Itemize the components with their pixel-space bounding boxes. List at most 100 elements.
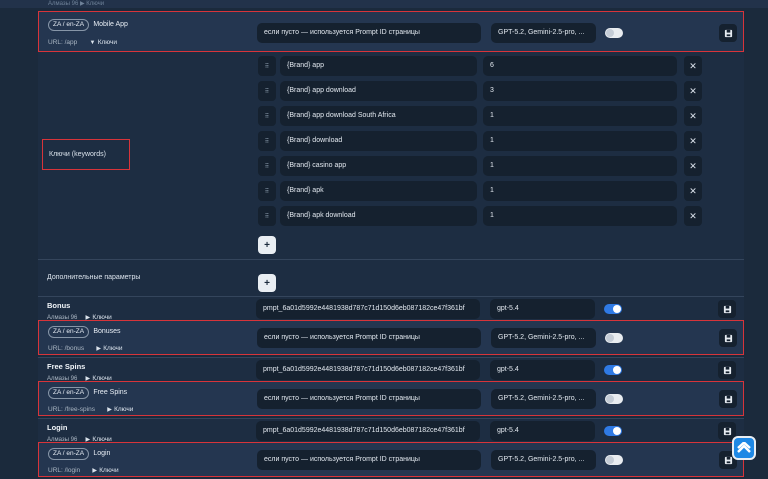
remove-keyword-button[interactable]: ✕ (684, 181, 702, 201)
close-icon: ✕ (689, 210, 697, 221)
keyword-input[interactable]: {Brand} app download (280, 81, 477, 101)
remove-keyword-button[interactable]: ✕ (684, 206, 702, 226)
top-ghost-text: Алмазы 96 ▶ Ключи (48, 1, 105, 7)
page-meta-line: URL: /free-spins ▶ Ключи (48, 404, 133, 413)
close-icon: ✕ (689, 185, 697, 196)
locale-badge: ZA / en-ZA (48, 326, 90, 338)
drag-handle-icon: ⠿ (264, 138, 270, 145)
prompt-id-input[interactable]: если пусто — используется Prompt ID стра… (257, 389, 481, 409)
locale-badge: ZA / en-ZA (48, 387, 90, 399)
keyword-value-input[interactable]: 3 (483, 81, 677, 101)
page-group-row: Login Алмазы 96 ▶ Ключи pmpt_6a01d5992e4… (38, 418, 744, 443)
page-row: ZA / en-ZA Bonuses URL: /bonus ▶ Ключи е… (38, 320, 744, 355)
remove-keyword-button[interactable]: ✕ (684, 156, 702, 176)
page-group-row: Free Spins Алмазы 96 ▶ Ключи pmpt_6a01d5… (38, 357, 744, 382)
drag-handle[interactable]: ⠿ (258, 131, 276, 151)
save-button[interactable] (719, 329, 737, 347)
plus-icon: + (264, 239, 270, 251)
drag-handle[interactable]: ⠿ (258, 181, 276, 201)
enable-toggle[interactable] (604, 304, 622, 314)
drag-handle[interactable]: ⠿ (258, 56, 276, 76)
prompt-id-input[interactable]: pmpt_6a01d5992e4481938d787c71d150d6eb087… (256, 421, 480, 441)
keyword-value-input[interactable]: 6 (483, 56, 677, 76)
keyword-value-input[interactable]: 1 (483, 131, 677, 151)
keyword-input[interactable]: {Brand} app download South Africa (280, 106, 477, 126)
keyword-input[interactable]: {Brand} apk download (280, 206, 477, 226)
triangle-right-icon: ▶ (92, 468, 98, 474)
prompt-id-input[interactable]: если пусто — используется Prompt ID стра… (257, 450, 481, 470)
model-select[interactable]: gpt-5.4 (490, 299, 595, 319)
page-name: Free Spins (93, 389, 128, 396)
keyword-value-input[interactable]: 1 (483, 181, 677, 201)
page-row-mobile-app: ZA / en-ZA Mobile App URL: /app ▼ Ключи … (38, 11, 744, 52)
page-url: URL: /free-spins (48, 406, 95, 413)
drag-handle[interactable]: ⠿ (258, 206, 276, 226)
save-button[interactable] (718, 300, 736, 318)
remove-keyword-button[interactable]: ✕ (684, 81, 702, 101)
save-button[interactable] (718, 361, 736, 379)
keyword-input[interactable]: {Brand} apk (280, 181, 477, 201)
keys-toggle-label: Ключи (114, 406, 134, 413)
page-title-line: ZA / en-ZA Free Spins (48, 387, 127, 399)
save-button[interactable] (719, 24, 737, 42)
drag-handle-icon: ⠿ (264, 113, 270, 120)
keyword-input[interactable]: {Brand} casino app (280, 156, 477, 176)
page-group-title: Login (47, 423, 68, 432)
model-select[interactable]: gpt-5.4 (490, 421, 595, 441)
page-name: Bonuses (93, 328, 121, 335)
remove-keyword-button[interactable]: ✕ (684, 106, 702, 126)
keys-toggle[interactable]: ▶ Ключи (96, 343, 122, 352)
save-icon (724, 456, 732, 464)
close-icon: ✕ (689, 110, 697, 121)
keys-toggle-label: Ключи (97, 39, 118, 46)
page-title-line: ZA / en-ZA Bonuses (48, 326, 121, 338)
page-name: Login (93, 450, 111, 457)
models-select[interactable]: GPT-5.2, Gemini-2.5-pro, ... (491, 23, 596, 43)
enable-toggle[interactable] (605, 333, 623, 343)
enable-toggle[interactable] (605, 455, 623, 465)
prompt-id-input[interactable]: pmpt_6a01d5992e4481938d787c71d150d6eb087… (256, 360, 480, 380)
page-title-line: ZA / en-ZA Mobile App (48, 19, 128, 31)
enable-toggle[interactable] (604, 365, 622, 375)
locale-badge: ZA / en-ZA (48, 19, 90, 31)
page-group-title: Bonus (47, 301, 71, 310)
page-title-line: ZA / en-ZA Login (48, 448, 110, 460)
save-icon (723, 305, 731, 313)
model-select[interactable]: gpt-5.4 (490, 360, 595, 380)
keyword-value-input[interactable]: 1 (483, 156, 677, 176)
enable-toggle[interactable] (605, 28, 623, 38)
page-meta-line: URL: /app ▼ Ключи (48, 37, 117, 46)
page-url: URL: /login (48, 467, 81, 474)
models-select[interactable]: GPT-5.2, Gemini-2.5-pro, ... (491, 389, 596, 409)
enable-toggle[interactable] (604, 426, 622, 436)
drag-handle[interactable]: ⠿ (258, 81, 276, 101)
prompt-id-input[interactable]: pmpt_6a01d5992e4481938d787c71d150d6eb087… (256, 299, 480, 319)
add-keyword-button[interactable]: + (258, 236, 276, 254)
keys-toggle[interactable]: ▶ Ключи (92, 465, 118, 474)
remove-keyword-button[interactable]: ✕ (684, 131, 702, 151)
close-icon: ✕ (689, 85, 697, 96)
drag-handle[interactable]: ⠿ (258, 106, 276, 126)
keys-toggle[interactable]: ▼ Ключи (90, 37, 118, 46)
drag-handle-icon: ⠿ (264, 188, 270, 195)
enable-toggle[interactable] (605, 394, 623, 404)
keyword-input[interactable]: {Brand} app (280, 56, 477, 76)
keys-toggle[interactable]: ▶ Ключи (107, 404, 133, 413)
models-select[interactable]: GPT-5.2, Gemini-2.5-pro, ... (491, 328, 596, 348)
prompt-id-input[interactable]: если пусто — используется Prompt ID стра… (257, 328, 481, 348)
scroll-top-button[interactable] (732, 436, 756, 460)
save-button[interactable] (719, 390, 737, 408)
keyword-input[interactable]: {Brand} download (280, 131, 477, 151)
models-select[interactable]: GPT-5.2, Gemini-2.5-pro, ... (491, 450, 596, 470)
plus-icon: + (264, 277, 270, 289)
remove-keyword-button[interactable]: ✕ (684, 56, 702, 76)
keyword-value-input[interactable]: 1 (483, 206, 677, 226)
drag-handle[interactable]: ⠿ (258, 156, 276, 176)
drag-handle-icon: ⠿ (264, 88, 270, 95)
add-param-button[interactable]: + (258, 274, 276, 292)
keys-toggle-label: Ключи (99, 467, 119, 474)
page-url: URL: /bonus (48, 345, 85, 352)
save-icon (724, 395, 732, 403)
prompt-id-input[interactable]: если пусто — используется Prompt ID стра… (257, 23, 481, 43)
keyword-value-input[interactable]: 1 (483, 106, 677, 126)
